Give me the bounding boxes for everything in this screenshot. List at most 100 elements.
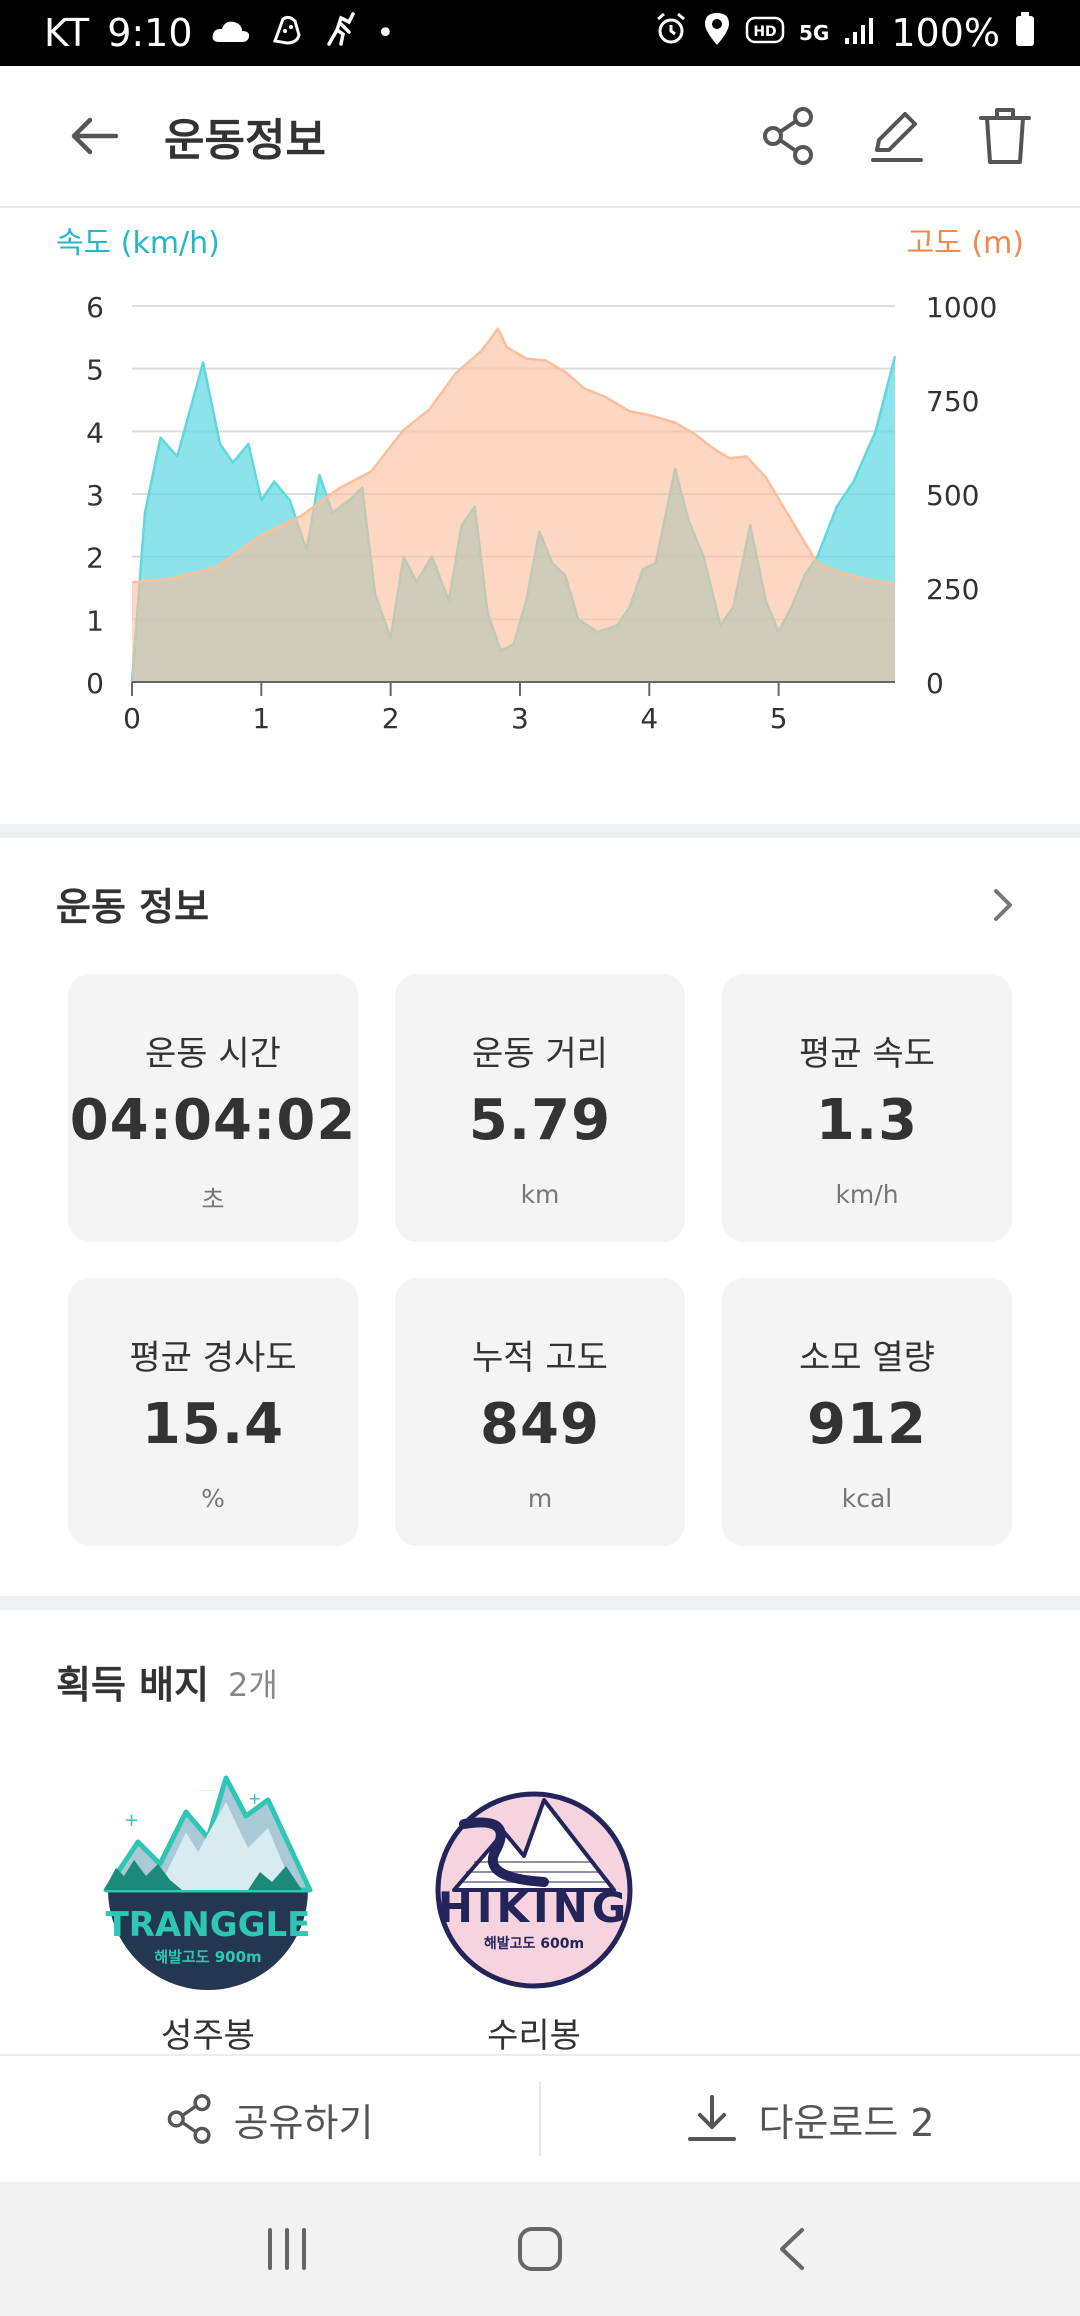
bottom-action-bar: 공유하기 다운로드 2 [0,2054,1080,2182]
stat-label: 평균 속도 [799,1034,935,1074]
y-right-tick-label: 1000 [926,291,997,324]
x-tick-label: 1 [252,702,270,735]
badge-item[interactable]: HIKING 해발고도 600m 수리봉 [424,1772,644,2057]
x-tick-label: 4 [640,702,658,735]
y-left-tick-label: 4 [86,416,104,449]
x-tick-label: 2 [382,702,400,735]
recent-apps-icon [267,2228,306,2270]
recent-apps-button[interactable] [242,2204,332,2294]
badge-item[interactable]: + + TRANGGLE 해발고도 900m 성주봉 [98,1772,318,2057]
share-button[interactable] [750,97,828,175]
y-left-tick-label: 2 [86,542,104,575]
system-back-button[interactable] [748,2204,838,2294]
stat-label: 평균 경사도 [129,1338,297,1378]
stat-card-avg-speed: 평균 속도 1.3 km/h [722,974,1012,1242]
y-right-tick-label: 0 [926,667,944,700]
x-tick-label: 3 [511,702,529,735]
share-action-button[interactable]: 공유하기 [0,2056,539,2182]
stat-value: 04:04:02 [69,1088,357,1153]
badge-name: 수리봉 [487,2016,581,2056]
section-divider [0,824,1080,838]
battery-percent: 100% [891,11,1000,55]
svg-text:+: + [124,1810,139,1831]
stat-unit: m [527,1484,553,1513]
app-bar: 운동정보 [0,66,1080,208]
stat-unit: km [520,1180,560,1209]
x-tick-label: 0 [123,702,141,735]
y-right-tick-label: 250 [926,573,979,606]
status-bar: KT 9:10 • HD 5G 100% [0,0,1080,66]
chevron-right-icon [994,889,1012,921]
shoe-icon [269,11,305,56]
stat-card-avg-slope: 평균 경사도 15.4 % [68,1278,358,1546]
stat-unit: km/h [835,1180,899,1209]
svg-text:HD: HD [753,24,776,40]
svg-text:해발고도 900m: 해발고도 900m [154,1948,261,1966]
trangle-badge-logo: + + TRANGGLE 해발고도 900m [102,1775,314,1990]
signal-icon [843,11,877,55]
hiking-badge-logo: HIKING 해발고도 600m [435,1791,633,1989]
stat-unit: % [201,1484,225,1513]
download-icon [688,2095,737,2141]
share-icon [167,2094,211,2144]
back-button[interactable] [44,86,144,186]
stat-label: 운동 시간 [145,1034,281,1074]
stat-value: 5.79 [468,1088,612,1153]
stat-unit: kcal [841,1484,893,1513]
hd-icon: HD [745,11,785,55]
y-left-tick-label: 3 [86,479,104,512]
alarm-icon [653,11,689,56]
svg-text:TRANGGLE: TRANGGLE [106,1905,311,1945]
stat-value: 15.4 [141,1392,285,1457]
y-right-tick-label: 500 [926,479,979,512]
hiker-icon [323,10,359,57]
download-action-button[interactable]: 다운로드 2 [541,2056,1080,2182]
stat-card-distance: 운동 거리 5.79 km [395,974,685,1242]
carrier-label: KT [44,11,90,55]
delete-button[interactable] [966,97,1044,175]
edit-button[interactable] [858,97,936,175]
stat-label: 소모 열량 [799,1338,935,1378]
trash-icon [979,108,1031,164]
system-nav-bar [0,2182,1080,2316]
section-divider [0,1596,1080,1610]
y-left-tick-label: 5 [86,354,104,387]
status-dot: • [376,15,395,51]
chevron-left-icon [780,2228,805,2270]
stat-card-duration: 운동 시간 04:04:02 초 [68,974,358,1242]
stat-value: 912 [807,1392,927,1457]
arrow-left-icon [71,117,119,155]
y-left-tick-label: 6 [86,291,104,324]
stat-value: 1.3 [815,1088,919,1153]
clock: 9:10 [107,11,193,55]
share-action-label: 공유하기 [233,2100,374,2145]
y-left-tick-label: 0 [86,667,104,700]
stat-label: 운동 거리 [472,1034,608,1074]
stat-card-calories: 소모 열량 912 kcal [722,1278,1012,1546]
badges-count: 2개 [228,1666,278,1704]
badge-name: 성주봉 [161,2016,255,2056]
x-tick-label: 5 [770,702,788,735]
badges-title: 획득 배지 [56,1663,210,1707]
svg-text:해발고도 600m: 해발고도 600m [484,1935,584,1952]
battery-icon [1014,11,1036,56]
chart-plot: 0 1 2 3 4 5 6 0 250 500 750 1000 0 1 2 3 4 5 [86,291,997,735]
home-icon [517,2227,562,2271]
share-icon [763,107,813,165]
stat-card-elevation-gain: 누적 고도 849 m [395,1278,685,1546]
stat-value: 849 [480,1392,600,1457]
stat-label: 누적 고도 [472,1338,608,1378]
stat-unit: 초 [201,1185,225,1214]
location-icon [703,11,731,56]
exercise-info-more-button[interactable] [978,880,1028,930]
y-right-tick-label: 750 [926,385,979,418]
y-left-tick-label: 1 [86,604,104,637]
page-title: 운동정보 [164,115,326,166]
network-type: 5G [799,21,830,45]
svg-text:+: + [248,1789,261,1808]
svg-text:HIKING: HIKING [438,1883,631,1932]
cloud-icon [211,11,251,55]
exercise-info-title: 운동 정보 [56,885,210,929]
home-button[interactable] [495,2204,585,2294]
speed-altitude-chart: 속도 (km/h) 고도 (m) 0 1 2 3 4 5 6 0 250 500 750 1000 0 1… [0,210,1080,820]
